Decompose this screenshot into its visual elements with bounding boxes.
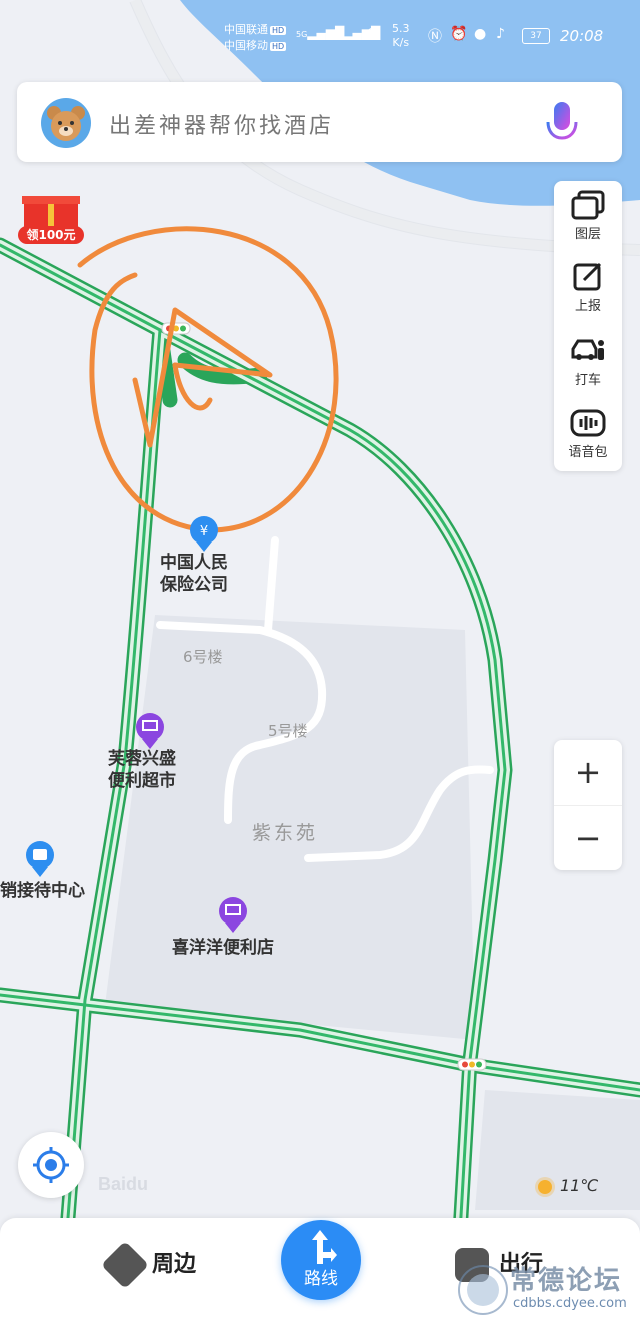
building-label: 6号楼: [183, 648, 223, 666]
carrier-2: 中国移动: [224, 39, 268, 52]
alarm-icon: ⏰: [450, 26, 468, 42]
report-button[interactable]: 上报: [554, 253, 622, 323]
route-label: 路线: [304, 1269, 338, 1289]
battery-icon: 37: [522, 28, 550, 44]
search-bar[interactable]: 出差神器帮你找酒店: [17, 82, 622, 162]
net-speed: 5.3 K/s: [392, 22, 410, 49]
locate-button[interactable]: [18, 1132, 84, 1198]
route-arrow-icon: [312, 1230, 337, 1264]
traffic-light-icon: [161, 322, 191, 335]
area-label: 紫东苑: [252, 822, 319, 844]
watermark-url: cdbbs.cdyee.com: [513, 1296, 627, 1311]
zoom-out-button[interactable]: −: [554, 806, 622, 871]
search-placeholder[interactable]: 出差神器帮你找酒店: [109, 108, 334, 140]
car-icon: [571, 339, 604, 360]
mic-status-icon: ♪: [496, 26, 505, 42]
temperature: 11℃: [560, 1176, 599, 1195]
crosshair-icon: [33, 1147, 69, 1183]
watermark-brand: 常德论坛: [510, 1266, 623, 1296]
gift-label: 领100元: [18, 226, 84, 244]
poi-label[interactable]: 芙蓉兴盛 便利超市: [108, 748, 176, 792]
weather[interactable]: 11℃: [538, 1176, 598, 1195]
layers-label: 图层: [574, 227, 601, 242]
svg-text:¥: ¥: [200, 524, 208, 539]
layers-icon: [571, 190, 605, 220]
zoom-control: + −: [554, 740, 622, 870]
microphone-icon[interactable]: [539, 98, 585, 148]
gift-promo[interactable]: 领100元: [14, 192, 88, 248]
map-tools: 图层 上报 打车 语音包: [554, 181, 622, 471]
voice-pack-label: 语音包: [568, 445, 608, 460]
map-canvas[interactable]: Baidu ¥: [0, 0, 640, 1320]
watermark-seal-icon: [458, 1265, 508, 1315]
voice-pack-icon: [570, 409, 606, 437]
poi-label[interactable]: 喜洋洋便利店: [172, 933, 274, 958]
hd-badge: HD: [270, 42, 287, 51]
traffic-light-icon: [457, 1058, 487, 1071]
bear-avatar-icon[interactable]: [41, 98, 91, 148]
poi-label[interactable]: 中国人民 保险公司: [160, 552, 228, 596]
hd-badge: HD: [270, 26, 287, 35]
taxi-button[interactable]: 打车: [554, 327, 622, 397]
svg-text:Baidu: Baidu: [98, 1174, 148, 1194]
nearby-tab[interactable]: 周边: [100, 1240, 197, 1290]
report-label: 上报: [574, 299, 601, 314]
voice-pack-button[interactable]: 语音包: [554, 399, 622, 469]
carrier-1: 中国联通: [224, 23, 268, 36]
watermark: 常德论坛 cdbbs.cdyee.com: [455, 1256, 640, 1320]
location-icon: ●: [474, 26, 487, 42]
sun-icon: [538, 1179, 552, 1194]
status-bar: 中国联通 HD 中国移动 HD 5G▂▄▆█ 4G▂▄▆█ ◠ 5.3 K/s Ⓝ …: [220, 18, 630, 58]
wifi-icon: ◠: [366, 23, 380, 42]
taxi-label: 打车: [574, 373, 601, 388]
compass-icon: [100, 1240, 150, 1290]
building-label: 5号楼: [268, 722, 308, 740]
poi-label[interactable]: 销接待中心: [0, 876, 85, 901]
edit-icon: [573, 262, 602, 291]
clock: 20:08: [560, 27, 604, 45]
route-button[interactable]: 路线: [281, 1220, 361, 1300]
nfc-icon: Ⓝ: [428, 29, 442, 45]
nearby-label: 周边: [152, 1252, 197, 1277]
layers-button[interactable]: 图层: [554, 181, 622, 251]
zoom-in-button[interactable]: +: [554, 740, 622, 806]
